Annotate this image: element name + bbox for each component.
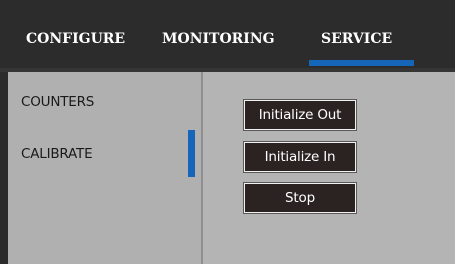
tab-monitoring[interactable]: MONITORING (162, 31, 275, 51)
sidebar: COUNTERS CALIBRATE (8, 72, 201, 264)
stop-button[interactable]: Stop (244, 183, 356, 213)
tab-configure[interactable]: CONFIGURE (26, 31, 125, 51)
initialize-out-button[interactable]: Initialize Out (244, 100, 356, 130)
initialize-in-button[interactable]: Initialize In (244, 142, 356, 172)
active-tab-indicator (309, 60, 414, 66)
sidebar-item-calibrate[interactable]: CALIBRATE (21, 146, 93, 166)
tab-service[interactable]: SERVICE (321, 31, 392, 51)
sidebar-active-indicator (188, 130, 195, 177)
sidebar-item-counters[interactable]: COUNTERS (21, 94, 94, 114)
top-navigation-bar: CONFIGURE MONITORING SERVICE (0, 0, 455, 72)
